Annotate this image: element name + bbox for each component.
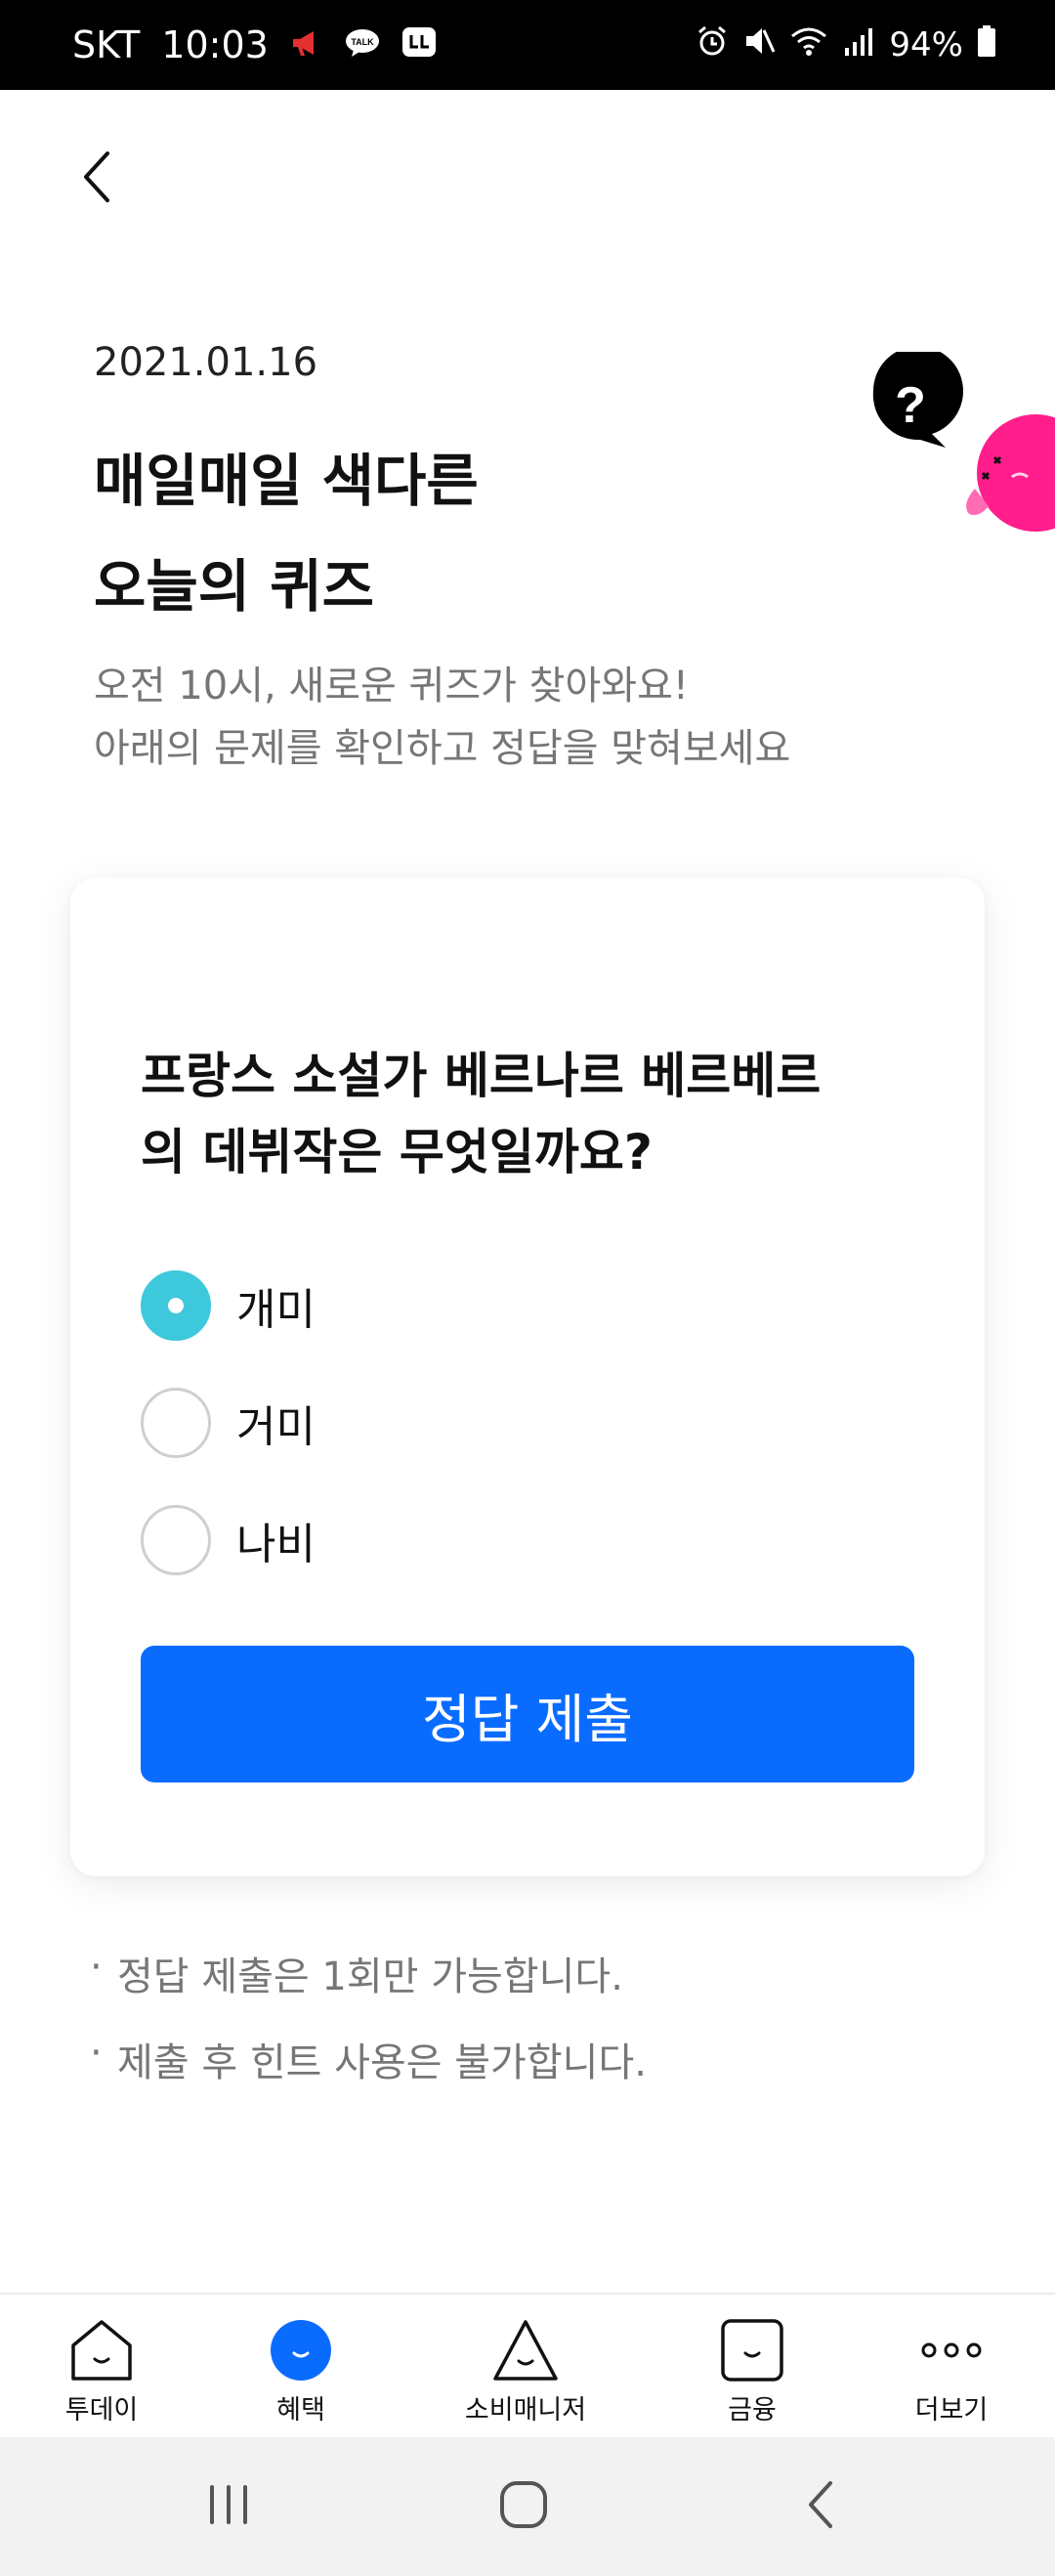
carrier-label: SKT	[72, 23, 141, 66]
quiz-option-label: 개미	[236, 1285, 316, 1335]
home-button[interactable]	[485, 2472, 563, 2541]
quiz-option-label: 나비	[236, 1520, 316, 1569]
system-navigation-bar	[0, 2437, 1055, 2576]
submit-answer-button[interactable]: 정답 제출	[141, 1646, 914, 1782]
bullet-icon: ·	[90, 1945, 103, 1990]
recents-button[interactable]	[190, 2472, 268, 2541]
nav-item-more[interactable]: 더보기	[864, 2316, 1039, 2426]
bullet-icon: ·	[90, 2031, 103, 2076]
battery-icon	[977, 24, 996, 66]
note-text: 제출 후 힌트 사용은 불가합니다.	[117, 2040, 647, 2085]
bottom-navigation: 투데이 혜택 소비매니저 금융 더보기	[0, 2293, 1055, 2437]
alarm-icon	[696, 24, 729, 66]
triangle-smile-icon	[491, 2316, 560, 2384]
mascot-question-mark: ?	[895, 377, 926, 434]
svg-text:TALK: TALK	[351, 37, 374, 47]
page-title-line2: 오늘의 퀴즈	[94, 553, 374, 620]
kakaotalk-icon: TALK	[345, 23, 380, 66]
nav-label-spending-manager: 소비매니저	[464, 2395, 587, 2426]
quiz-card: 프랑스 소설가 베르나르 베르베르 의 데뷔작은 무엇일까요? 개미 거미 나비…	[70, 878, 985, 1876]
recents-icon	[204, 2483, 253, 2530]
nav-item-today[interactable]: 투데이	[14, 2316, 190, 2426]
nav-item-finance[interactable]: 금융	[664, 2316, 840, 2426]
note-text: 정답 제출은 1회만 가능합니다.	[117, 1954, 623, 1999]
home-icon	[498, 2479, 549, 2534]
quiz-option-2[interactable]: 거미	[141, 1386, 727, 1460]
quiz-question: 프랑스 소설가 베르나르 베르베르 의 데뷔작은 무엇일까요?	[141, 1038, 922, 1190]
nav-label-today: 투데이	[64, 2395, 139, 2426]
radio-unselected-icon[interactable]	[141, 1388, 211, 1458]
chevron-left-icon	[78, 150, 117, 208]
quiz-option-label: 거미	[236, 1402, 316, 1452]
page-subtitle-line2: 아래의 문제를 확인하고 정답을 맞혀보세요	[94, 726, 791, 771]
nav-label-finance: 금융	[728, 2395, 777, 2426]
nav-label-benefit: 혜택	[276, 2395, 325, 2426]
radio-selected-icon[interactable]	[141, 1270, 211, 1341]
more-dots-icon	[917, 2316, 986, 2384]
radio-unselected-icon[interactable]	[141, 1505, 211, 1575]
quiz-question-line2: 의 데뷔작은 무엇일까요?	[141, 1124, 653, 1181]
megaphone-icon	[290, 23, 323, 66]
nav-label-more: 더보기	[914, 2395, 989, 2426]
page-title: 매일매일 색다른 오늘의 퀴즈	[94, 428, 479, 639]
system-back-button[interactable]	[781, 2472, 860, 2541]
signal-icon	[842, 24, 875, 66]
back-icon	[803, 2479, 838, 2534]
quiz-question-line1: 프랑스 소설가 베르나르 베르베르	[141, 1048, 822, 1104]
battery-percent: 94%	[889, 25, 963, 64]
nav-item-spending-manager[interactable]: 소비매니저	[438, 2316, 613, 2426]
note-item: · 정답 제출은 1회만 가능합니다.	[90, 1945, 647, 2031]
nav-item-benefit[interactable]: 혜택	[213, 2316, 389, 2426]
status-right: 94%	[696, 0, 996, 90]
quiz-option-1[interactable]: 개미	[141, 1268, 727, 1343]
home-smile-icon	[67, 2316, 136, 2384]
square-smile-icon	[718, 2316, 786, 2384]
benefit-smile-icon	[267, 2316, 335, 2384]
quiz-mascot-illustration: ?	[860, 346, 1055, 547]
clock: 10:03	[161, 23, 269, 66]
page-title-line1: 매일매일 색다른	[94, 448, 479, 514]
wifi-icon	[789, 24, 828, 66]
page-subtitle-line1: 오전 10시, 새로운 퀴즈가 찾아와요!	[94, 664, 689, 708]
quiz-option-3[interactable]: 나비	[141, 1503, 727, 1577]
quiz-date: 2021.01.16	[94, 340, 318, 385]
note-item: · 제출 후 힌트 사용은 불가합니다.	[90, 2031, 647, 2117]
mute-icon	[742, 24, 776, 66]
quiz-notes: · 정답 제출은 1회만 가능합니다. · 제출 후 힌트 사용은 불가합니다.	[90, 1945, 647, 2117]
back-button[interactable]	[68, 147, 127, 211]
status-bar: SKT 10:03 TALK 94%	[0, 0, 1055, 90]
status-left: SKT 10:03 TALK	[72, 0, 437, 90]
page-subtitle: 오전 10시, 새로운 퀴즈가 찾아와요! 아래의 문제를 확인하고 정답을 맞…	[94, 655, 790, 780]
app-notification-icon	[401, 23, 437, 66]
